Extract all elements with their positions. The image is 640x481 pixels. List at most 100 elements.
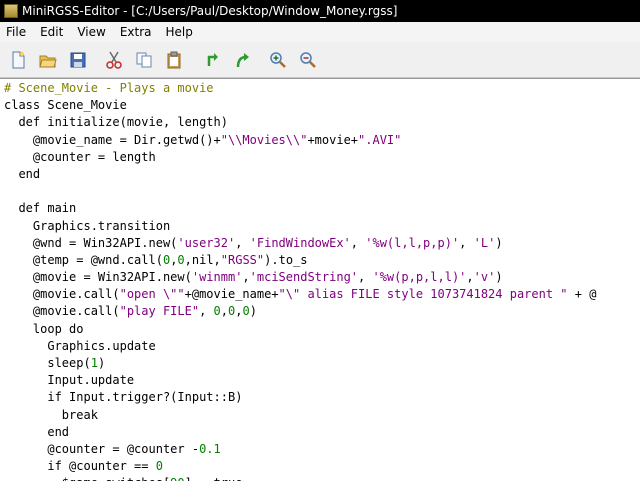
code-token: ) xyxy=(495,235,503,250)
code-line: Graphics.transition xyxy=(4,218,596,235)
code-line: if @counter == 0 xyxy=(4,458,596,475)
code-token: @movie_name = Dir.getwd()+ xyxy=(4,132,221,147)
code-line: # Scene_Movie - Plays a movie xyxy=(4,80,596,97)
code-token: @movie = Win32API.new( xyxy=(4,270,192,285)
menu-bar: File Edit View Extra Help xyxy=(0,22,640,42)
code-token: # Scene_Movie - Plays a movie xyxy=(4,81,214,95)
new-file-icon xyxy=(12,51,25,69)
code-line: @movie.call("open \""+@movie_name+"\" al… xyxy=(4,286,597,303)
code-token: 0 xyxy=(213,304,221,319)
app-icon xyxy=(4,4,18,18)
code-editor[interactable]: # Scene_Movie - Plays a movie class Scene… xyxy=(0,78,640,481)
save-button[interactable] xyxy=(68,50,88,70)
code-token: , xyxy=(199,304,214,319)
code-token: ).to_s xyxy=(264,252,308,267)
cut-scissors-icon xyxy=(106,51,122,69)
code-token: class Scene_Movie xyxy=(4,98,127,113)
menu-extra[interactable]: Extra xyxy=(113,22,159,42)
redo-arrow-icon xyxy=(236,53,249,68)
title-bar[interactable]: MiniRGSS-Editor - [C:/Users/Paul/Desktop… xyxy=(0,0,640,22)
code-token: , xyxy=(242,270,250,285)
zoom-in-icon xyxy=(270,52,286,68)
new-file-button[interactable] xyxy=(8,50,28,70)
code-line: $game_switches[90] = true xyxy=(4,475,596,481)
code-token: 0 xyxy=(177,252,185,267)
code-token: "RGSS" xyxy=(220,252,265,267)
code-token: 'L' xyxy=(473,235,496,250)
code-token: 90 xyxy=(170,476,184,481)
code-line: loop do xyxy=(4,321,596,338)
open-folder-icon xyxy=(39,55,57,68)
code-token: , xyxy=(358,270,373,285)
code-token: end xyxy=(4,166,41,181)
code-token: "\\Movies\\" xyxy=(220,132,308,147)
code-token: , xyxy=(466,270,474,285)
code-token: ,nil, xyxy=(184,252,221,267)
code-token: def initialize(movie, length) xyxy=(4,115,228,130)
code-token: @movie.call( xyxy=(4,304,120,319)
code-token: 'user32' xyxy=(177,235,236,250)
code-line: end xyxy=(4,166,596,183)
code-line: end xyxy=(4,424,596,441)
code-token: 0 xyxy=(242,304,250,319)
menu-view[interactable]: View xyxy=(70,22,112,42)
code-token: @wnd = Win32API.new( xyxy=(4,235,178,250)
code-token: 'mciSendString' xyxy=(249,270,359,285)
code-token: @counter = @counter - xyxy=(4,441,200,456)
open-button[interactable] xyxy=(38,50,58,70)
code-line: sleep(1) xyxy=(4,355,596,372)
code-token: ) xyxy=(249,304,257,319)
code-token: '%w(p,p,l,l)' xyxy=(372,270,467,285)
code-token: break xyxy=(4,407,98,422)
undo-arrow-icon xyxy=(207,53,218,66)
code-token: Graphics.transition xyxy=(4,218,171,233)
code-token: , xyxy=(235,235,250,250)
copy-button[interactable] xyxy=(134,50,154,70)
code-token: 'winmm' xyxy=(191,270,243,285)
cut-button[interactable] xyxy=(104,50,124,70)
code-token: @temp = @wnd.call( xyxy=(4,252,163,267)
window-title: MiniRGSS-Editor - [C:/Users/Paul/Desktop… xyxy=(22,4,398,18)
code-token: 0 xyxy=(155,459,163,474)
menu-help[interactable]: Help xyxy=(159,22,200,42)
code-line: @movie_name = Dir.getwd()+"\\Movies\\"+m… xyxy=(4,132,596,149)
code-token: +@movie_name+ xyxy=(184,287,279,302)
code-line: @counter = length xyxy=(4,149,596,166)
code-token: Graphics.update xyxy=(4,338,156,353)
code-token: , xyxy=(350,235,366,250)
code-line: @temp = @wnd.call(0,0,nil,"RGSS").to_s xyxy=(4,252,596,269)
code-line: @movie.call("play FILE", 0,0,0) xyxy=(4,303,596,320)
code-token: @counter = length xyxy=(4,149,156,164)
code-token: end xyxy=(4,424,70,439)
undo-button[interactable] xyxy=(202,50,222,70)
menu-file[interactable]: File xyxy=(0,22,33,42)
paste-button[interactable] xyxy=(164,50,184,70)
redo-button[interactable] xyxy=(232,50,252,70)
code-token: ".AVI" xyxy=(358,132,402,147)
code-line: @movie = Win32API.new('winmm','mciSendSt… xyxy=(4,269,596,286)
code-token: 1 xyxy=(90,356,98,370)
code-token: + @ xyxy=(567,287,597,302)
code-token: if @counter == xyxy=(4,459,156,474)
code-line: def initialize(movie, length) xyxy=(4,114,596,131)
code-line: break xyxy=(4,407,596,424)
code-line: @counter = @counter -0.1 xyxy=(4,441,596,458)
code-token: sleep( xyxy=(4,356,91,370)
code-token: Input.update xyxy=(4,373,135,388)
code-token: "play FILE" xyxy=(119,304,200,319)
code-token: @movie.call( xyxy=(4,287,120,302)
code-token: if Input.trigger?(Input::B) xyxy=(4,390,243,405)
code-token: $game_switches[ xyxy=(4,476,170,481)
code-line: Graphics.update xyxy=(4,338,596,355)
code-token: +movie+ xyxy=(307,132,359,147)
save-disk-icon xyxy=(70,52,86,68)
code-token: ] = true xyxy=(185,476,243,481)
copy-icon xyxy=(136,52,152,68)
zoom-out-button[interactable] xyxy=(298,50,318,70)
code-token: , xyxy=(459,235,474,250)
code-text: # Scene_Movie - Plays a movie class Scene… xyxy=(4,80,596,481)
zoom-in-button[interactable] xyxy=(268,50,288,70)
zoom-out-icon xyxy=(300,52,316,68)
menu-edit[interactable]: Edit xyxy=(33,22,70,42)
